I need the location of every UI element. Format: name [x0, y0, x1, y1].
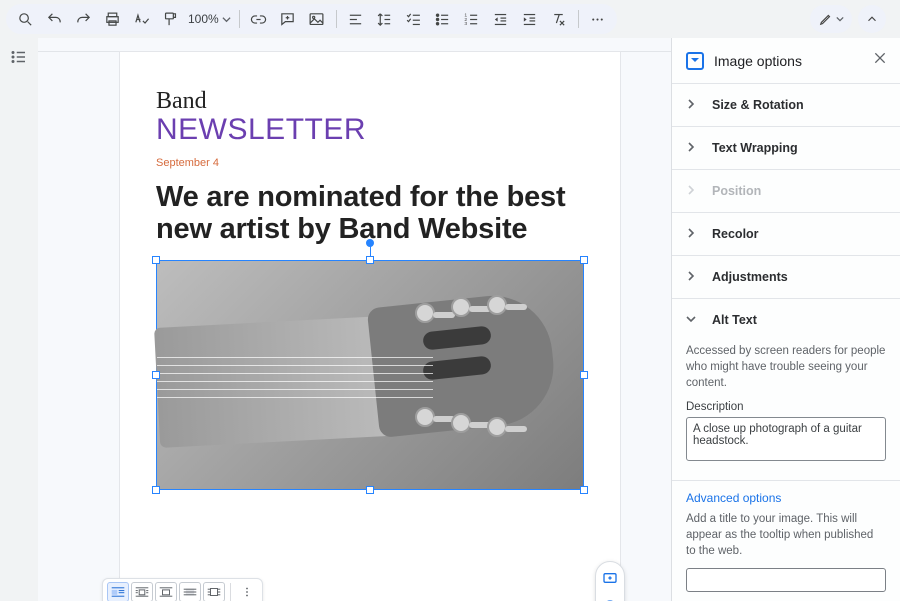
hide-menus-button[interactable]	[858, 5, 886, 33]
section-label: Alt Text	[712, 313, 757, 327]
chevron-right-icon	[686, 182, 700, 200]
chevron-down-icon	[686, 311, 700, 329]
advanced-options-link[interactable]: Advanced options	[686, 491, 886, 505]
numbered-list-button[interactable]: 123	[459, 6, 485, 32]
left-gutter	[0, 38, 38, 601]
inline-option[interactable]	[107, 582, 129, 601]
headline-text[interactable]: We are nominated for the best new artist…	[156, 181, 584, 246]
separator	[578, 10, 579, 28]
insert-link-button[interactable]	[246, 6, 272, 32]
checklist-button[interactable]	[401, 6, 427, 32]
panel-title: Image options	[714, 53, 862, 69]
selected-image[interactable]	[156, 260, 584, 490]
resize-handle-bm[interactable]	[366, 486, 374, 494]
chevron-right-icon	[686, 139, 700, 157]
image-float-toolbar	[595, 561, 625, 601]
redo-button[interactable]	[70, 6, 96, 32]
undo-button[interactable]	[41, 6, 67, 32]
spellcheck-button[interactable]	[128, 6, 154, 32]
in-front-option[interactable]	[203, 582, 225, 601]
editing-mode-dropdown[interactable]	[810, 5, 852, 33]
chevron-right-icon	[686, 225, 700, 243]
description-label: Description	[686, 401, 886, 413]
image-options-panel: Image options Size & Rotation Text Wrapp…	[672, 38, 900, 601]
toolbar-pill: 100% 123	[6, 4, 617, 34]
svg-text:3: 3	[465, 21, 468, 27]
decrease-indent-button[interactable]	[488, 6, 514, 32]
section-label: Text Wrapping	[712, 141, 798, 155]
description-textarea[interactable]	[686, 417, 886, 461]
chevron-right-icon	[686, 96, 700, 114]
document-outline-button[interactable]	[10, 48, 28, 601]
resize-handle-tl[interactable]	[152, 256, 160, 264]
resize-handle-br[interactable]	[580, 486, 588, 494]
resize-handle-tm[interactable]	[366, 256, 374, 264]
bulleted-list-button[interactable]	[430, 6, 456, 32]
issue-date[interactable]: September 4	[156, 157, 584, 169]
align-dropdown[interactable]	[343, 6, 369, 32]
add-comment-button[interactable]	[275, 6, 301, 32]
chevron-right-icon	[686, 268, 700, 286]
separator	[239, 10, 240, 28]
document-page[interactable]: Band NEWSLETTER September 4 We are nomin…	[120, 52, 620, 601]
document-canvas[interactable]: Band NEWSLETTER September 4 We are nomin…	[38, 38, 671, 601]
image-position-toolbar	[102, 578, 263, 601]
band-label[interactable]: Band	[156, 88, 584, 115]
close-panel-button[interactable]	[872, 50, 888, 71]
adjustments-section[interactable]: Adjustments	[672, 256, 900, 298]
print-button[interactable]	[99, 6, 125, 32]
separator	[336, 10, 337, 28]
alt-text-section[interactable]: Alt Text	[672, 299, 900, 341]
advanced-help: Add a title to your image. This will app…	[686, 511, 886, 559]
separator	[230, 583, 231, 601]
position-section: Position	[672, 170, 900, 212]
recolor-section[interactable]: Recolor	[672, 213, 900, 255]
alt-text-help: Accessed by screen readers for people wh…	[686, 343, 886, 391]
add-comment-icon[interactable]	[599, 568, 621, 590]
horizontal-ruler[interactable]	[38, 38, 671, 52]
line-spacing-button[interactable]	[372, 6, 398, 32]
main-toolbar: 100% 123	[0, 0, 900, 38]
break-text-option[interactable]	[155, 582, 177, 601]
image-more-options[interactable]	[236, 582, 258, 601]
zoom-dropdown[interactable]: 100%	[186, 12, 233, 26]
resize-handle-ml[interactable]	[152, 371, 160, 379]
clear-formatting-button[interactable]	[546, 6, 572, 32]
resize-handle-tr[interactable]	[580, 256, 588, 264]
newsletter-title[interactable]: NEWSLETTER	[156, 113, 584, 147]
wrap-text-option[interactable]	[131, 582, 153, 601]
section-label: Size & Rotation	[712, 98, 804, 112]
emoji-reaction-icon[interactable]	[599, 596, 621, 601]
paint-format-button[interactable]	[157, 6, 183, 32]
image-options-icon	[686, 52, 704, 70]
section-label: Adjustments	[712, 270, 788, 284]
image-placeholder	[157, 261, 583, 489]
resize-handle-mr[interactable]	[580, 371, 588, 379]
title-input[interactable]	[686, 568, 886, 592]
search-tools-button[interactable]	[12, 6, 38, 32]
workspace: Band NEWSLETTER September 4 We are nomin…	[0, 38, 900, 601]
section-label: Recolor	[712, 227, 759, 241]
increase-indent-button[interactable]	[517, 6, 543, 32]
section-label: Position	[712, 184, 761, 198]
zoom-value: 100%	[188, 12, 219, 26]
behind-text-option[interactable]	[179, 582, 201, 601]
rotate-handle[interactable]	[366, 239, 374, 247]
resize-handle-bl[interactable]	[152, 486, 160, 494]
more-tools-button[interactable]	[585, 6, 611, 32]
size-rotation-section[interactable]: Size & Rotation	[672, 84, 900, 126]
text-wrapping-section[interactable]: Text Wrapping	[672, 127, 900, 169]
insert-image-button[interactable]	[304, 6, 330, 32]
